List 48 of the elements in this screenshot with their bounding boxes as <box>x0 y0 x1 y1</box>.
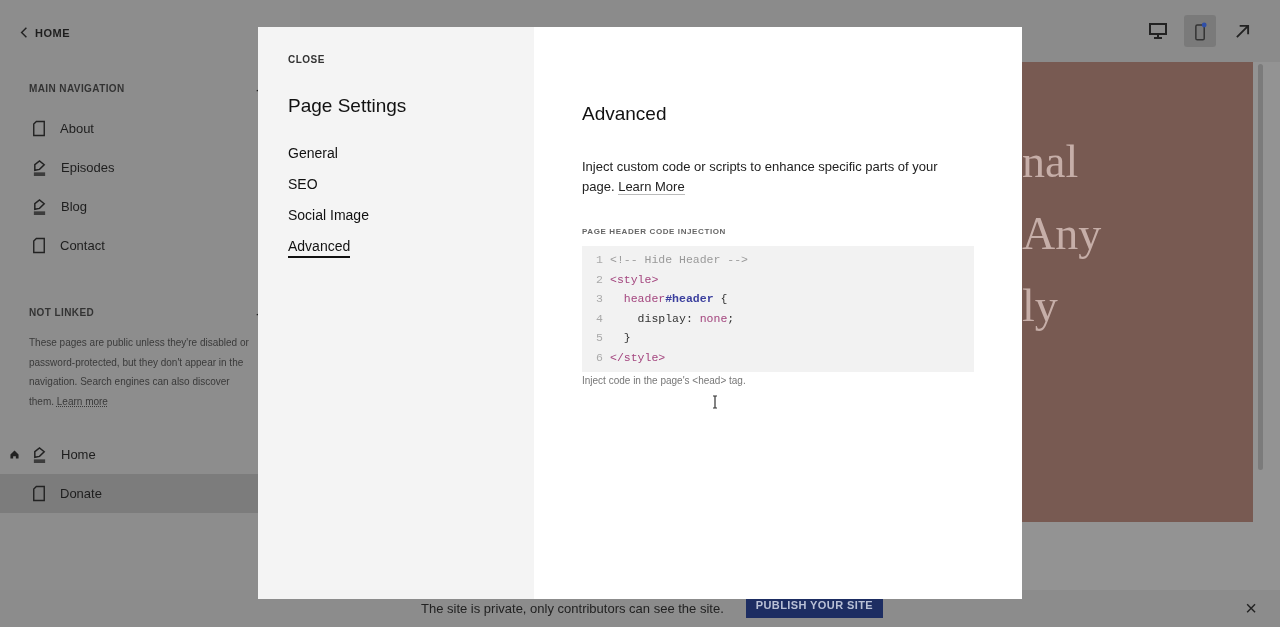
arrow-icon <box>1234 23 1250 39</box>
code-line: <!-- Hide Header --> <box>610 252 749 268</box>
dialog-title: Page Settings <box>288 95 407 117</box>
page-icon <box>32 120 46 137</box>
pencil-page-icon <box>32 198 47 215</box>
page-icon <box>32 237 46 254</box>
field-label: PAGE HEADER CODE INJECTION <box>582 227 727 236</box>
settings-tab[interactable]: General <box>288 145 338 163</box>
line-number: 1 <box>596 252 604 268</box>
page-icon <box>32 485 46 502</box>
code-line: header#header { <box>622 291 728 308</box>
text-cursor-icon <box>712 395 718 409</box>
settings-tab[interactable]: Social Image <box>288 207 369 225</box>
hero-text: Any <box>1022 207 1103 261</box>
section-title: NOT LINKED <box>29 307 95 319</box>
banner-text: The site is private, only contributors can see the site. <box>421 601 724 616</box>
device-button[interactable] <box>1184 15 1216 47</box>
description: Inject custom code or scripts to enhance specific parts of your page. Learn More <box>582 158 939 197</box>
learn-more-link[interactable]: Learn More <box>618 179 685 195</box>
settings-tab[interactable]: SEO <box>288 176 318 194</box>
pencil-page-icon <box>32 446 47 463</box>
settings-tab[interactable]: Advanced <box>288 238 351 258</box>
line-number: 2 <box>596 271 604 288</box>
close-icon[interactable]: × <box>1245 597 1257 620</box>
scrollbar[interactable] <box>1258 64 1263 470</box>
monitor-icon <box>1149 23 1167 39</box>
line-number: 4 <box>596 310 604 327</box>
field-hint: Inject code in the page's <head> tag. <box>582 374 747 386</box>
close-link[interactable]: CLOSE <box>288 54 325 65</box>
code-line: } <box>622 330 631 347</box>
line-number: 3 <box>596 291 604 308</box>
pencil-page-icon <box>32 159 47 176</box>
back-link[interactable]: HOME <box>20 26 70 39</box>
line-number: 6 <box>596 349 604 366</box>
page-item[interactable]: Home <box>0 435 300 474</box>
code-line: </style> <box>610 349 666 366</box>
hero-text: ly <box>1022 279 1059 333</box>
learn-more-link[interactable]: Learn more <box>56 395 108 407</box>
phone-icon <box>1193 21 1207 41</box>
section-title: MAIN NAVIGATION <box>29 83 125 95</box>
line-number: 5 <box>596 330 604 347</box>
chevron-left-icon <box>20 26 28 39</box>
hero-text: nal <box>1022 135 1080 189</box>
section-heading: Advanced <box>582 103 668 125</box>
section-note: These pages are public unless they're disabled or password-protected, but they don't appear in the navigation. Search engines can also discover them. Learn more <box>29 336 250 409</box>
code-editor[interactable]: 1 <!-- Hide Header --> 2 <style> 3 header#header { 4 display: none; 5 } 6 </style> <box>582 246 974 372</box>
code-line: <style> <box>610 271 659 288</box>
code-line: display: none; <box>636 310 735 327</box>
